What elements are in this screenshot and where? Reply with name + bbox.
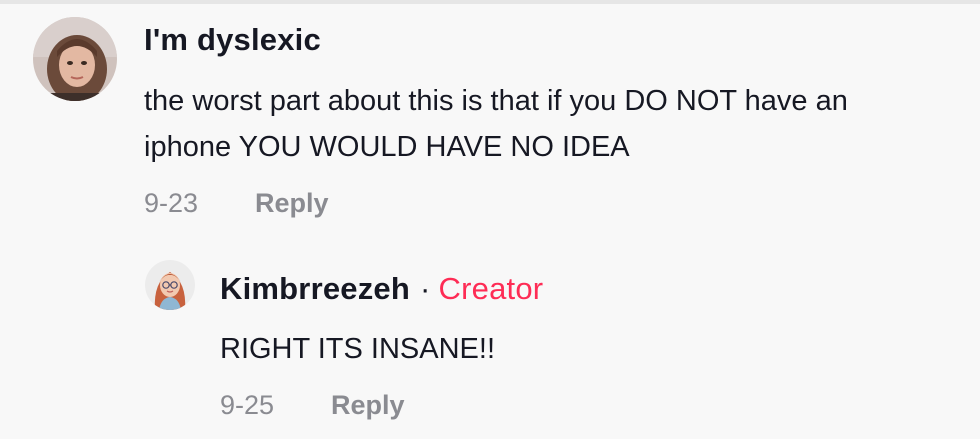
reply-button[interactable]: Reply	[255, 188, 329, 219]
comment-item: I'm dyslexic the worst part about this i…	[0, 0, 980, 230]
comment-username[interactable]: I'm dyslexic	[144, 22, 321, 58]
reply-meta: 9-25 Reply	[220, 390, 520, 424]
comment-text-line: iphone YOU WOULD HAVE NO IDEA	[144, 131, 630, 163]
user-avatar-photo-icon	[33, 17, 117, 101]
reply-username[interactable]: Kimbrreezeh	[220, 271, 410, 306]
reply-item: Kimbrreezeh · Creator RIGHT ITS INSANE!! 9…	[0, 240, 980, 439]
reply-text: RIGHT ITS INSANE!!	[220, 333, 496, 365]
user-avatar[interactable]	[33, 17, 117, 101]
comment-date: 9-23	[144, 188, 199, 218]
comment-text: the worst part about this is that if you…	[144, 78, 974, 170]
creator-avatar[interactable]	[145, 260, 195, 310]
comment-meta: 9-23 Reply	[144, 188, 444, 222]
cartoon-avatar-icon	[145, 260, 195, 310]
comment-text-line: the worst part about this is that if you…	[144, 85, 848, 117]
reply-username-row: Kimbrreezeh · Creator	[220, 271, 543, 307]
reply-button[interactable]: Reply	[331, 390, 405, 421]
separator-dot: ·	[420, 271, 431, 306]
creator-badge: Creator	[438, 271, 544, 306]
reply-date: 9-25	[220, 390, 275, 420]
